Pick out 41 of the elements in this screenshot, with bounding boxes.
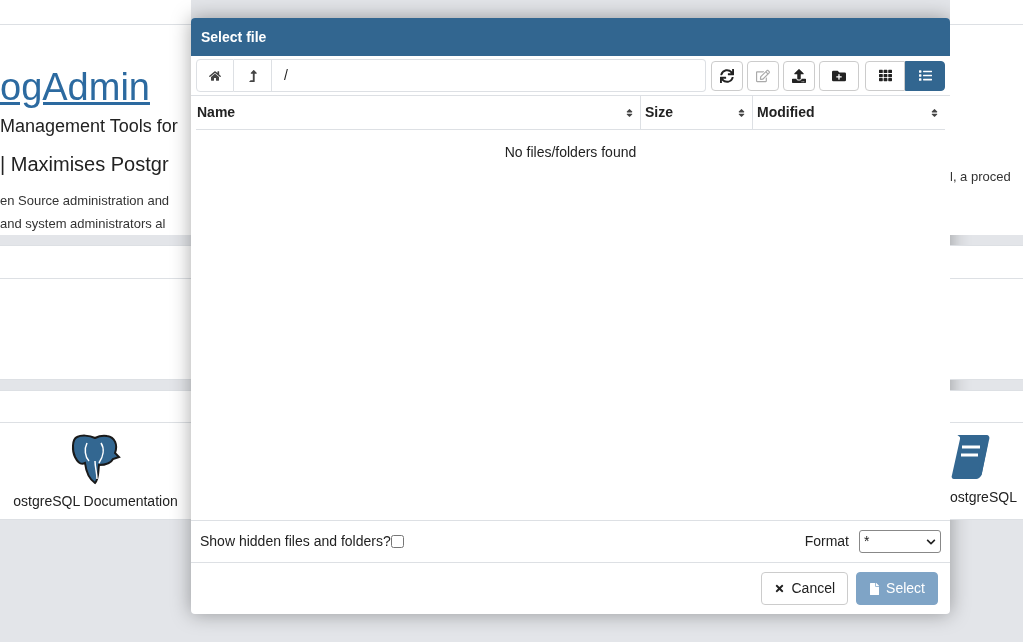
format-select[interactable]: * [859,530,941,553]
list-icon [918,69,932,82]
upload-icon [792,68,806,83]
show-hidden-checkbox[interactable] [390,535,404,548]
elephant-icon [70,433,121,485]
empty-message: No files/folders found [504,143,637,160]
documentation-link[interactable]: ostgreSQL Documentation [13,491,178,512]
sort-icon [625,107,634,118]
description-line: en Source administration and [0,192,171,210]
list-view-button[interactable] [905,60,945,91]
grid-view-button[interactable] [865,60,905,91]
show-hidden-label: Show hidden files and folders? [200,532,391,551]
column-header[interactable]: Name [196,96,641,129]
new-folder-icon [832,68,846,83]
description-line: and system administrators al [0,215,167,233]
sort-icon [930,107,939,118]
refresh-button[interactable] [711,60,743,91]
home-button[interactable] [196,59,234,92]
refresh-icon [720,68,734,83]
column-header[interactable]: Modified [753,96,945,129]
chevron-down-icon [926,536,936,547]
close-icon [774,583,786,594]
subtitle: Management Tools for [0,115,179,137]
up-button[interactable] [234,59,272,92]
description-line: l, a proced [950,168,1012,186]
upload-button[interactable] [783,60,815,91]
edit-icon [756,68,770,83]
file-icon [869,582,881,595]
new-folder-button[interactable] [819,60,859,91]
path-field[interactable]: / [272,59,706,92]
tagline: | Maximises Postgr [0,152,170,177]
grid-icon [878,69,892,82]
up-arrow-icon [246,69,259,82]
app-title[interactable]: ogAdmin [0,67,191,107]
dialog-title: Select file [201,27,267,47]
home-icon [209,69,221,82]
postgresql-link[interactable]: ostgreSQL [950,487,1017,508]
cancel-button[interactable]: Cancel [761,572,849,605]
sort-icon [737,107,746,118]
column-header[interactable]: Size [641,96,753,129]
format-label: Format [804,532,849,551]
